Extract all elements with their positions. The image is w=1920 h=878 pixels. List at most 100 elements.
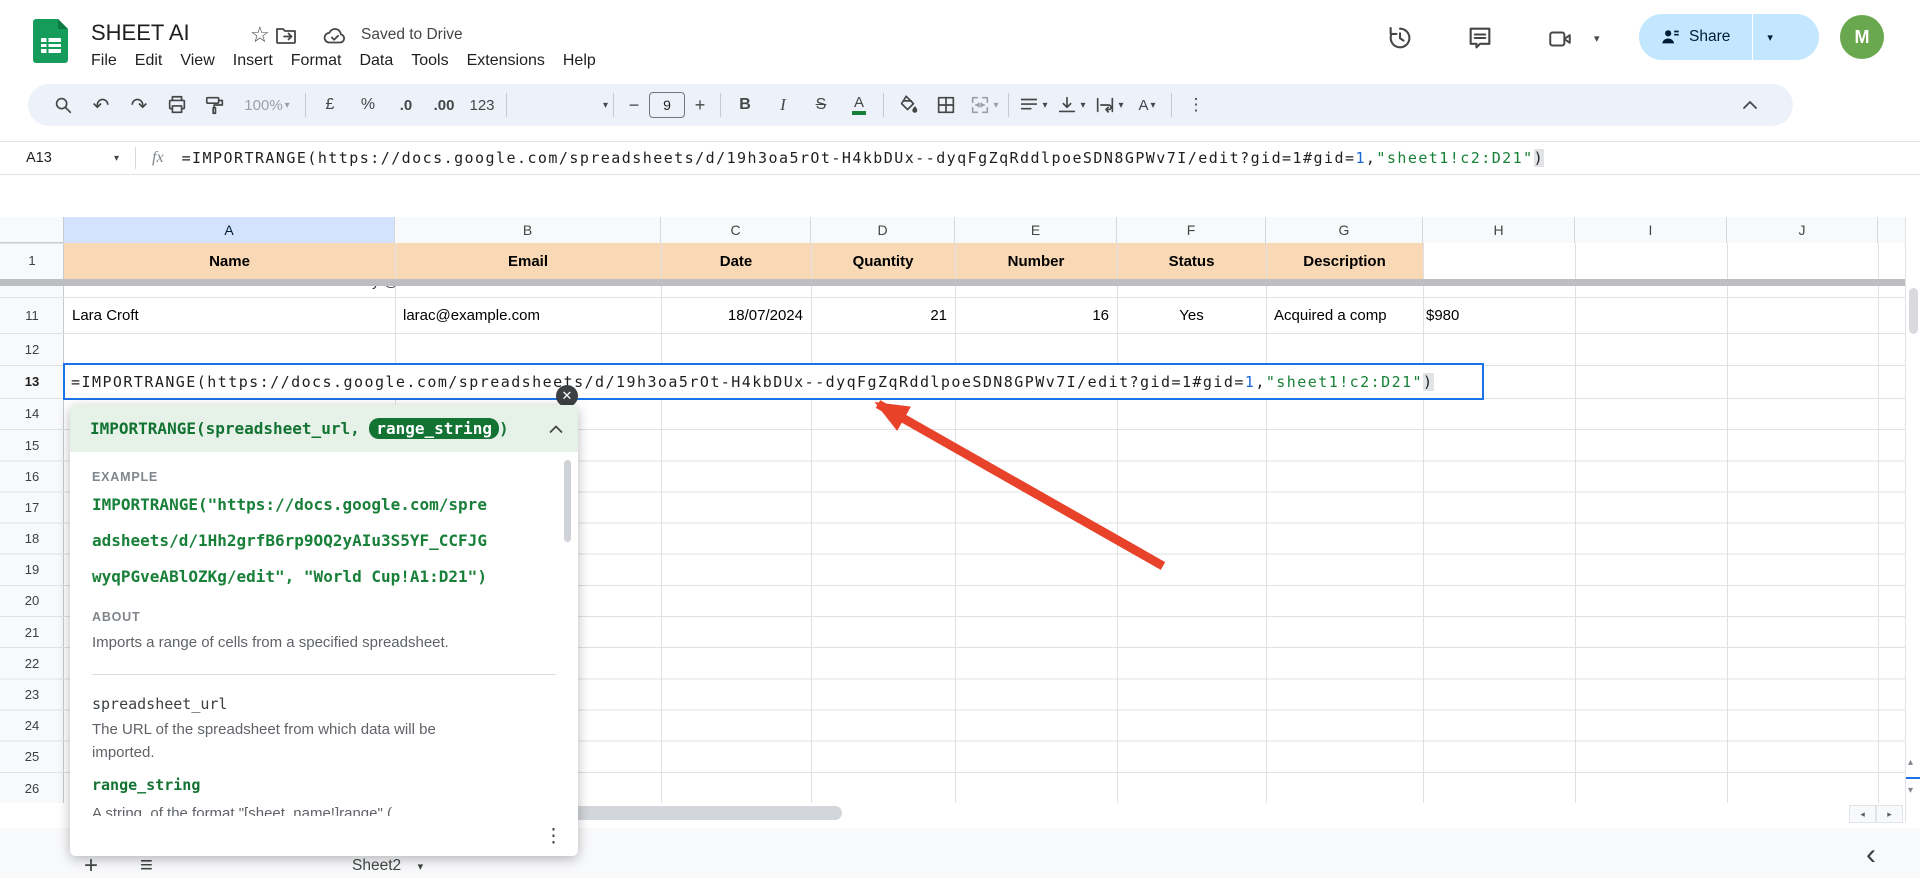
- menu-help[interactable]: Help: [554, 50, 605, 72]
- cell-b11-email[interactable]: larac@example.com: [395, 297, 661, 333]
- cell-edit-box[interactable]: =IMPORTRANGE(https://docs.google.com/spr…: [63, 363, 1484, 400]
- bold-button[interactable]: B: [726, 89, 764, 121]
- column-header-c[interactable]: C: [661, 217, 811, 243]
- undo-icon[interactable]: ↶: [82, 89, 120, 121]
- popup-more-icon[interactable]: ⋮: [544, 825, 563, 848]
- header-cell-name[interactable]: Name: [64, 243, 395, 279]
- collapse-sidebar-icon[interactable]: ‹: [1866, 838, 1876, 872]
- row-header-11[interactable]: 11: [0, 306, 64, 326]
- merge-cells-icon[interactable]: ▾: [965, 89, 1003, 121]
- corner-cell[interactable]: [0, 217, 63, 243]
- horizontal-align-icon[interactable]: ▾: [1014, 89, 1052, 121]
- sheets-logo-icon[interactable]: [33, 18, 69, 69]
- increase-font-size-button[interactable]: +: [685, 89, 715, 121]
- move-folder-icon[interactable]: [274, 24, 298, 53]
- decrease-decimal-button[interactable]: .0: [387, 89, 425, 121]
- menu-edit[interactable]: Edit: [126, 50, 172, 72]
- vertical-scrollbar[interactable]: ▴ ▾: [1905, 217, 1920, 823]
- font-size-input[interactable]: 9: [649, 92, 685, 118]
- scroll-right-button[interactable]: ▸: [1876, 805, 1903, 823]
- paint-format-icon[interactable]: [196, 89, 234, 121]
- sheet2-caret-icon[interactable]: ▾: [418, 861, 424, 873]
- column-header-a[interactable]: A: [64, 217, 395, 243]
- formula-input[interactable]: =IMPORTRANGE(https://docs.google.com/spr…: [182, 149, 1920, 167]
- column-header-d[interactable]: D: [811, 217, 955, 243]
- scroll-up-icon[interactable]: ▴: [1908, 757, 1913, 768]
- more-formats-button[interactable]: 123: [463, 89, 501, 121]
- text-color-button[interactable]: A: [840, 89, 878, 121]
- header-cell-date[interactable]: Date: [661, 243, 811, 279]
- star-icon[interactable]: ☆: [250, 22, 270, 48]
- cell-g11-description[interactable]: Acquired a comp: [1266, 297, 1423, 333]
- column-header-b[interactable]: B: [395, 217, 661, 243]
- fill-color-icon[interactable]: [889, 89, 927, 121]
- menu-data[interactable]: Data: [350, 50, 402, 72]
- cell-e11-number[interactable]: 16: [955, 297, 1117, 333]
- camera-dropdown-caret-icon[interactable]: ▾: [1594, 32, 1600, 45]
- format-percent-button[interactable]: %: [349, 89, 387, 121]
- text-wrap-icon[interactable]: ▾: [1090, 89, 1128, 121]
- search-icon[interactable]: [44, 89, 82, 121]
- share-button[interactable]: Share ▾: [1639, 14, 1819, 60]
- text-rotation-icon[interactable]: A ▾: [1128, 89, 1166, 121]
- name-box-caret-icon[interactable]: ▾: [114, 153, 119, 164]
- document-title[interactable]: SHEET AI: [91, 20, 190, 46]
- scroll-left-button[interactable]: ◂: [1849, 805, 1876, 823]
- menu-tools[interactable]: Tools: [402, 50, 457, 72]
- column-header-g[interactable]: G: [1266, 217, 1423, 243]
- scroll-down-icon[interactable]: ▾: [1908, 785, 1913, 796]
- column-header-h[interactable]: H: [1423, 217, 1575, 243]
- increase-decimal-button[interactable]: .00: [425, 89, 463, 121]
- cell-a11-name[interactable]: Lara Croft: [64, 297, 395, 333]
- column-header-j[interactable]: J: [1727, 217, 1878, 243]
- cloud-saved-icon[interactable]: [322, 24, 348, 53]
- column-header-partial[interactable]: [1878, 217, 1905, 243]
- cell-c11-date[interactable]: 18/07/2024: [661, 297, 811, 333]
- dismiss-suggestion-button[interactable]: ✕: [556, 385, 578, 407]
- toolbar-divider: [506, 93, 507, 117]
- menu-file[interactable]: File: [82, 50, 126, 72]
- version-history-icon[interactable]: [1386, 24, 1414, 57]
- share-dropdown-caret-icon[interactable]: ▾: [1767, 31, 1773, 44]
- avatar[interactable]: M: [1840, 15, 1884, 59]
- header-cell-email[interactable]: Email: [395, 243, 661, 279]
- format-currency-button[interactable]: £: [311, 89, 349, 121]
- strikethrough-button[interactable]: S: [802, 89, 840, 121]
- italic-button[interactable]: I: [764, 89, 802, 121]
- cell-f11-status[interactable]: Yes: [1117, 297, 1266, 333]
- menu-format[interactable]: Format: [282, 50, 351, 72]
- font-select[interactable]: ▾: [512, 89, 608, 121]
- header-cell-status[interactable]: Status: [1117, 243, 1266, 279]
- column-header-e[interactable]: E: [955, 217, 1117, 243]
- toolbar-divider: [1171, 93, 1172, 117]
- header-cell-quantity[interactable]: Quantity: [811, 243, 955, 279]
- header-cell-number[interactable]: Number: [955, 243, 1117, 279]
- row-header-12[interactable]: 12: [0, 340, 64, 360]
- column-header-i[interactable]: I: [1575, 217, 1727, 243]
- borders-icon[interactable]: [927, 89, 965, 121]
- vertical-scrollbar-thumb[interactable]: [1909, 288, 1918, 334]
- menu-view[interactable]: View: [171, 50, 223, 72]
- print-icon[interactable]: [158, 89, 196, 121]
- header-cell-description[interactable]: Description: [1266, 243, 1423, 279]
- vertical-align-icon[interactable]: ▾: [1052, 89, 1090, 121]
- frozen-row-divider[interactable]: [0, 279, 1905, 286]
- decrease-font-size-button[interactable]: −: [619, 89, 649, 121]
- tab-sheet2[interactable]: Sheet2 ▾: [352, 857, 423, 875]
- name-box[interactable]: A13: [26, 150, 96, 166]
- column-header-f[interactable]: F: [1117, 217, 1266, 243]
- popup-scrollbar-thumb[interactable]: [564, 460, 571, 542]
- meet-camera-icon[interactable]: [1546, 26, 1574, 57]
- toolbar-more-icon[interactable]: ⋮: [1177, 89, 1215, 121]
- row-header-1[interactable]: 1: [0, 251, 64, 271]
- row-header-13[interactable]: 13: [0, 372, 64, 392]
- comment-icon[interactable]: [1466, 24, 1494, 57]
- menu-extensions[interactable]: Extensions: [458, 50, 554, 72]
- collapse-popup-icon[interactable]: [548, 423, 564, 435]
- redo-icon[interactable]: ↷: [120, 89, 158, 121]
- hide-toolbar-icon[interactable]: [1731, 89, 1769, 121]
- menu-insert[interactable]: Insert: [224, 50, 282, 72]
- cell-d11-quantity[interactable]: 21: [811, 297, 955, 333]
- cell-h11-amount[interactable]: $980: [1423, 297, 1575, 333]
- zoom-select[interactable]: 100% ▾: [234, 89, 300, 121]
